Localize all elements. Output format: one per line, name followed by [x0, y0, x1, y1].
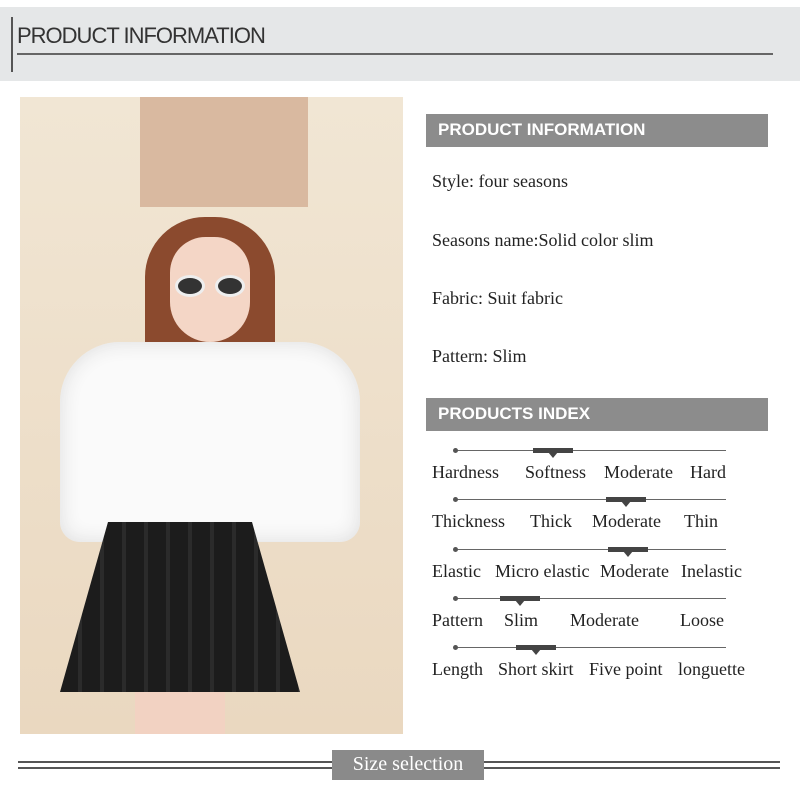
- size-selection-label: Size selection: [332, 750, 484, 780]
- header-banner: PRODUCT INFORMATION: [0, 7, 800, 81]
- index-level-marker: [516, 645, 557, 655]
- index-scale-track: [453, 645, 726, 655]
- scale-start-dot: [453, 497, 458, 502]
- header-accent-bar: [11, 17, 13, 72]
- index-level-marker: [605, 497, 646, 507]
- index-label: Hardness: [432, 462, 499, 482]
- index-option: Moderate: [600, 561, 669, 581]
- scale-start-dot: [453, 448, 458, 453]
- product-photo: [20, 97, 403, 734]
- sunglasses: [175, 275, 247, 297]
- product-information-heading: PRODUCT INFORMATION: [426, 114, 768, 147]
- index-label: Thickness: [432, 511, 505, 531]
- index-option: Micro elastic: [495, 561, 590, 581]
- index-option: Loose: [680, 610, 724, 630]
- background-sign: [140, 97, 308, 207]
- page-title: PRODUCT INFORMATION: [17, 23, 266, 48]
- index-option: Moderate: [604, 462, 673, 482]
- info-seasons-name: Seasons name:Solid color slim: [432, 230, 654, 250]
- index-option: longuette: [678, 659, 745, 679]
- index-option: Moderate: [592, 511, 661, 531]
- index-option: Moderate: [570, 610, 639, 630]
- info-style: Style: four seasons: [432, 171, 568, 191]
- index-label: Pattern: [432, 610, 483, 630]
- info-pattern: Pattern: Slim: [432, 346, 527, 366]
- pleated-skirt: [60, 522, 300, 692]
- scale-start-dot: [453, 596, 458, 601]
- index-option: Slim: [504, 610, 539, 630]
- index-level-marker: [532, 448, 573, 458]
- index-scale-track: [453, 497, 726, 507]
- index-option: Softness: [525, 462, 587, 482]
- scale-start-dot: [453, 547, 458, 552]
- size-selection-divider: Size selection: [18, 750, 780, 780]
- index-label: Length: [432, 659, 483, 679]
- index-option: Short skirt: [498, 659, 574, 679]
- header-divider: [17, 53, 773, 55]
- scale-start-dot: [453, 645, 458, 650]
- index-scale-track: [453, 596, 726, 606]
- index-option: Inelastic: [681, 561, 742, 581]
- model-white-shirt: [60, 342, 360, 542]
- index-scale-track: [453, 547, 726, 557]
- products-index-heading: PRODUCTS INDEX: [426, 398, 768, 431]
- index-option: Five point: [589, 659, 663, 679]
- index-option: Hard: [690, 462, 726, 482]
- index-level-marker: [500, 596, 541, 606]
- index-scale-track: [453, 448, 726, 458]
- index-option: Thick: [530, 511, 572, 531]
- info-fabric: Fabric: Suit fabric: [432, 288, 563, 308]
- index-label: Elastic: [432, 561, 481, 581]
- index-option: Thin: [684, 511, 718, 531]
- index-level-marker: [608, 547, 649, 557]
- model-legs: [135, 687, 225, 734]
